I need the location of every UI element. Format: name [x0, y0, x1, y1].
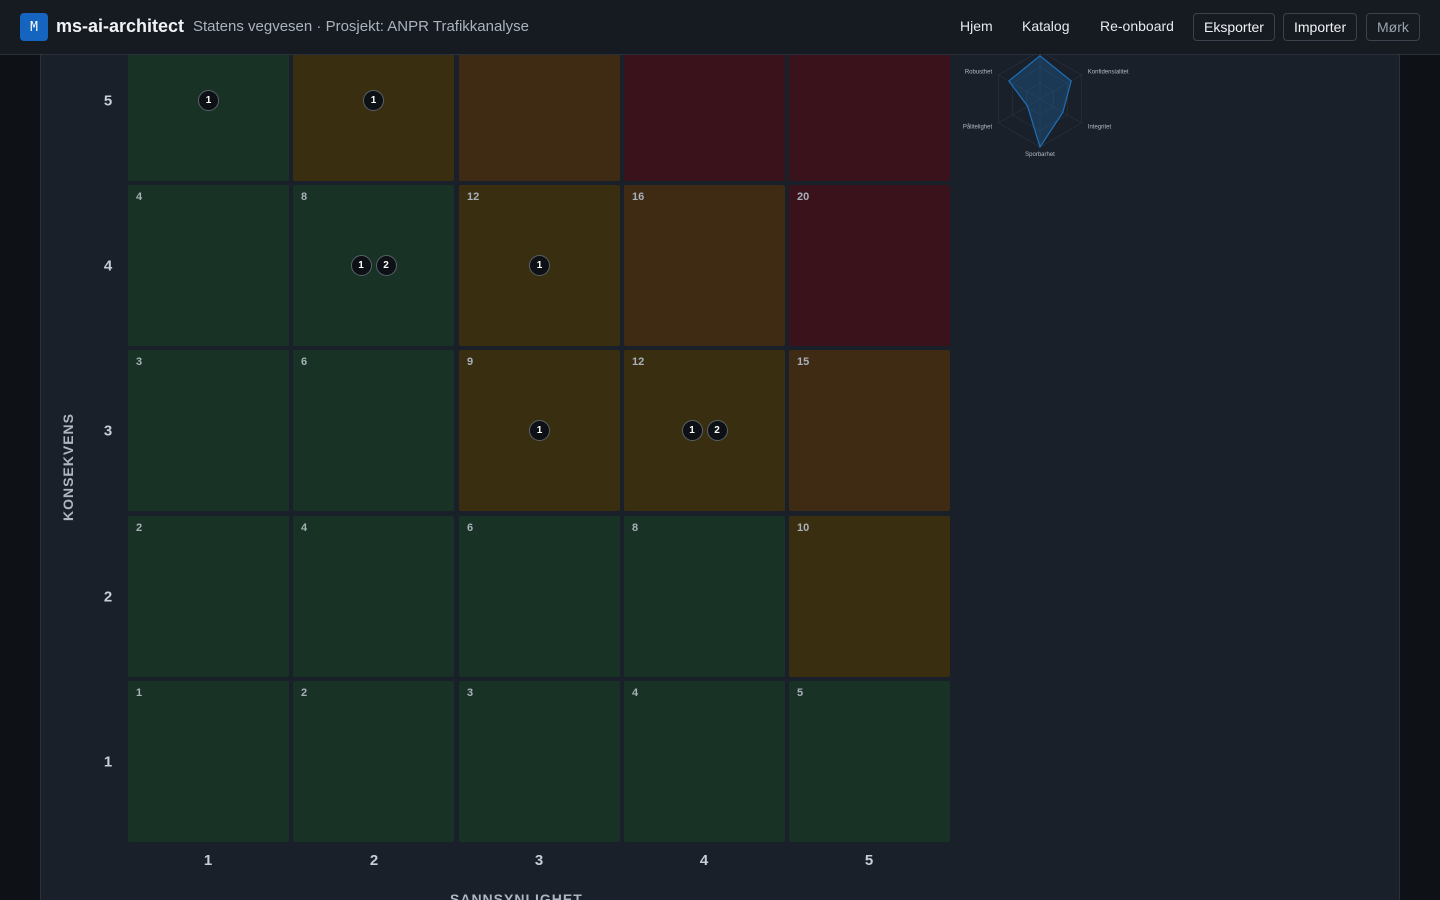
radar-axis-label: Sporbarhet: [1025, 152, 1055, 158]
matrix-cell[interactable]: 3: [459, 681, 620, 842]
cell-score: 4: [632, 687, 639, 699]
left-gutter: [0, 55, 41, 900]
radar-series-area: [1007, 55, 1072, 149]
cell-score: 15: [797, 356, 810, 368]
matrix-cell[interactable]: 2: [293, 681, 454, 842]
cell-score: 4: [136, 191, 143, 203]
risk-marker[interactable]: 1: [681, 420, 703, 441]
matrix-cell[interactable]: 20: [789, 185, 950, 346]
matrix-cell[interactable]: 6: [293, 350, 454, 511]
matrix-cell[interactable]: 12 1: [459, 185, 620, 346]
y-tick: 2: [103, 588, 113, 606]
y-tick: 5: [103, 92, 113, 110]
risk-marker[interactable]: 1: [198, 90, 219, 111]
project-context: Statens vegvesen · Prosjekt: ANPR Trafik…: [193, 18, 529, 35]
matrix-cell[interactable]: 4: [128, 185, 289, 346]
cell-score: 6: [467, 522, 474, 534]
radar-axis-label: Integritet: [1088, 125, 1112, 131]
cell-score: 3: [136, 356, 143, 368]
matrix-cell[interactable]: 4: [293, 516, 454, 677]
matrix-cell[interactable]: 15: [789, 350, 950, 511]
radar-chart: EtterlevelseKonfidensialitetIntegritetSp…: [963, 45, 1129, 158]
x-tick: 1: [203, 852, 213, 869]
radar-axis-label: Pålitelighet: [963, 124, 993, 131]
cell-score: 1: [136, 687, 143, 699]
risk-marker[interactable]: 2: [375, 255, 397, 276]
cell-score: 5: [797, 687, 804, 699]
x-tick: 2: [369, 852, 379, 869]
cell-score: 12: [467, 191, 480, 203]
risk-marker-group: 1: [459, 420, 620, 441]
cell-score: 3: [467, 687, 474, 699]
y-tick: 4: [103, 257, 113, 275]
export-button[interactable]: Eksporter: [1193, 13, 1275, 41]
nav-reonboard-link[interactable]: Re-onboard: [1100, 18, 1174, 34]
risk-marker[interactable]: 1: [529, 420, 550, 441]
matrix-cell[interactable]: 3: [128, 350, 289, 511]
radar-axis-label: Robusthet: [965, 69, 993, 75]
radar-axis-label: Konfidensialitet: [1088, 69, 1129, 75]
cell-score: 12: [632, 356, 645, 368]
theme-toggle-button[interactable]: Mørk: [1366, 13, 1420, 41]
risk-marker-group: 12: [624, 420, 785, 441]
cell-score: 8: [632, 522, 639, 534]
cell-score: 6: [301, 356, 308, 368]
matrix-cell[interactable]: 8: [624, 516, 785, 677]
matrix-cell[interactable]: 16: [624, 185, 785, 346]
risk-marker[interactable]: 1: [529, 255, 550, 276]
cell-score: 2: [301, 687, 308, 699]
risk-marker[interactable]: 2: [706, 420, 728, 441]
nav-home-link[interactable]: Hjem: [960, 18, 993, 34]
risk-marker-group: 1: [128, 90, 289, 111]
matrix-cell[interactable]: 2: [128, 516, 289, 677]
risk-marker-group: 1: [459, 255, 620, 276]
matrix-cell[interactable]: 1: [128, 681, 289, 842]
matrix-cell[interactable]: 4: [624, 681, 785, 842]
risk-marker-group: 12: [293, 255, 454, 276]
app-logo[interactable]: M: [20, 13, 48, 41]
cell-score: 16: [632, 191, 645, 203]
cell-score: 2: [136, 522, 143, 534]
matrix-cell[interactable]: 6: [459, 516, 620, 677]
matrix-cell[interactable]: 91: [459, 350, 620, 511]
y-axis-title: KONSEKVENS: [60, 412, 76, 522]
right-gutter: [1399, 55, 1440, 900]
nav-catalog-link[interactable]: Katalog: [1022, 18, 1069, 34]
y-tick: 3: [103, 422, 113, 440]
risk-marker[interactable]: 1: [350, 255, 372, 276]
cell-score: 9: [467, 356, 474, 368]
risk-marker-group: 1: [293, 90, 454, 111]
x-tick: 5: [864, 852, 874, 869]
risk-marker[interactable]: 1: [363, 90, 384, 111]
import-button[interactable]: Importer: [1283, 13, 1358, 41]
matrix-cell[interactable]: 8 12: [293, 185, 454, 346]
x-axis-title: SANNSYNLIGHET: [450, 891, 583, 900]
app-name[interactable]: ms-ai-architect: [56, 16, 184, 37]
cell-score: 8: [301, 191, 308, 203]
cell-score: 20: [797, 191, 810, 203]
x-tick: 4: [699, 852, 709, 869]
cell-score: 10: [797, 522, 810, 534]
y-tick: 1: [103, 753, 113, 771]
top-navbar: M ms-ai-architect Statens vegvesen · Pro…: [0, 0, 1440, 55]
matrix-cell[interactable]: 10: [789, 516, 950, 677]
matrix-cell[interactable]: 5: [789, 681, 950, 842]
cell-score: 4: [301, 522, 308, 534]
x-tick: 3: [534, 852, 544, 869]
matrix-cell[interactable]: 12 1 2: [624, 350, 785, 511]
